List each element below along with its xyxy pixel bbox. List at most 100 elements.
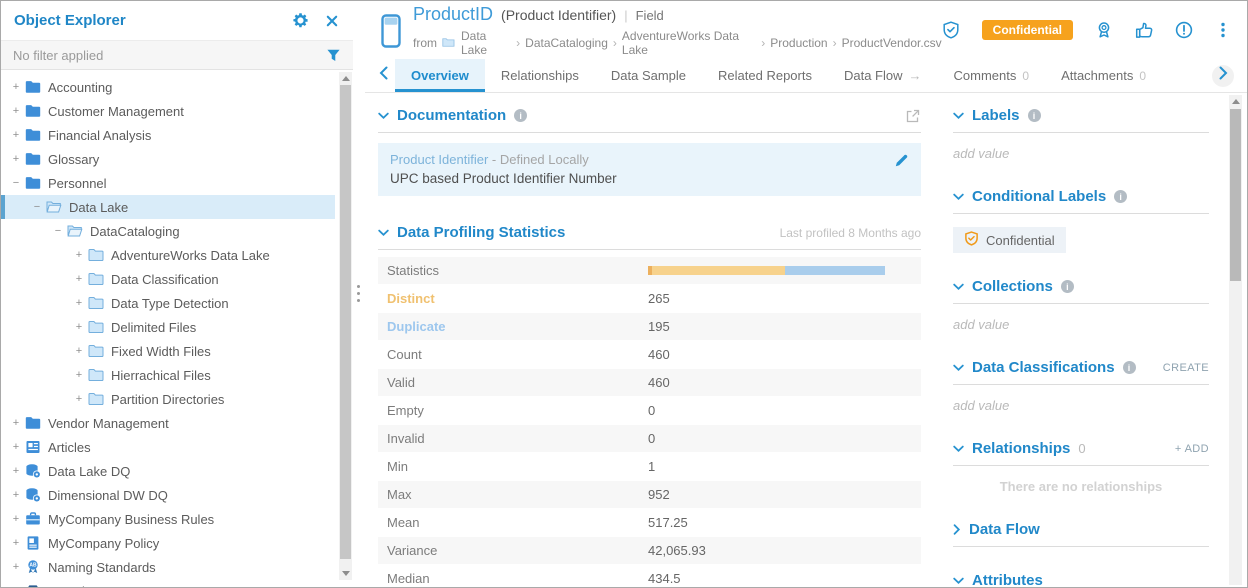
tree-item-customer-management[interactable]: +Customer Management — [1, 99, 335, 123]
add-value-placeholder[interactable]: add value — [953, 317, 1009, 332]
expand-icon[interactable]: + — [9, 585, 23, 587]
expand-icon[interactable]: + — [9, 153, 23, 165]
tree-item-data-classification[interactable]: +Data Classification — [1, 267, 335, 291]
scroll-up-arrow-icon[interactable] — [342, 76, 350, 81]
expand-icon[interactable]: + — [72, 369, 86, 381]
add-button[interactable]: + ADD — [1175, 443, 1209, 455]
breadcrumb-item[interactable]: ProductVendor.csv — [842, 36, 942, 50]
tree-item-partition-directories[interactable]: +Partition Directories — [1, 387, 335, 411]
documentation-term-link[interactable]: Product Identifier — [390, 152, 488, 167]
breadcrumb-item[interactable]: Data Lake — [461, 29, 511, 57]
tree-item-hierrachical-files[interactable]: +Hierrachical Files — [1, 363, 335, 387]
tabs-scroll-left[interactable] — [373, 59, 395, 92]
info-icon[interactable]: i — [1123, 361, 1136, 374]
tree-item-financial-analysis[interactable]: +Financial Analysis — [1, 123, 335, 147]
add-value-placeholder[interactable]: add value — [953, 146, 1009, 161]
collapse-icon[interactable]: − — [30, 201, 44, 213]
chevron-down-icon[interactable] — [953, 193, 964, 201]
expand-icon[interactable]: + — [72, 249, 86, 261]
stat-label: Invalid — [378, 431, 648, 446]
filter-funnel-icon[interactable] — [326, 48, 341, 63]
tree-item-dimensional-dw-dq[interactable]: +Dimensional DW DQ — [1, 483, 335, 507]
settings-gear-icon[interactable] — [292, 12, 309, 29]
tab-data-flow[interactable]: Data Flow→ — [828, 59, 938, 92]
panel-splitter[interactable] — [353, 1, 365, 587]
expand-icon[interactable]: + — [9, 417, 23, 429]
endorse-award-icon[interactable] — [1095, 21, 1113, 39]
expand-icon[interactable]: + — [9, 489, 23, 501]
expand-icon[interactable]: + — [9, 537, 23, 549]
tab-attachments[interactable]: Attachments0 — [1045, 59, 1162, 92]
tree-item-mycompany-business-rules[interactable]: +MyCompany Business Rules — [1, 507, 335, 531]
expand-icon[interactable]: + — [9, 129, 23, 141]
tab-overview[interactable]: Overview — [395, 59, 485, 92]
expand-icon[interactable]: + — [72, 345, 86, 357]
tree-item-data-type-detection[interactable]: +Data Type Detection — [1, 291, 335, 315]
external-link-icon[interactable] — [905, 108, 921, 124]
tree-item-vendor-management[interactable]: +Vendor Management — [1, 411, 335, 435]
stat-value: 517.25 — [648, 515, 688, 530]
tab-related-reports[interactable]: Related Reports — [702, 59, 828, 92]
tree-item-accounting[interactable]: +Accounting — [1, 75, 335, 99]
section-title: Data Classifications — [972, 359, 1115, 376]
tree-item-mycompany-policy[interactable]: +MyCompany Policy — [1, 531, 335, 555]
chevron-down-icon[interactable] — [953, 283, 964, 291]
tab-relationships[interactable]: Relationships — [485, 59, 595, 92]
tree-item-articles[interactable]: +Articles — [1, 435, 335, 459]
tab-data-sample[interactable]: Data Sample — [595, 59, 702, 92]
content-scrollbar[interactable] — [1229, 95, 1242, 585]
splitter-handle-icon[interactable] — [357, 285, 360, 302]
tab-comments[interactable]: Comments0 — [938, 59, 1046, 92]
edit-pencil-icon[interactable] — [894, 152, 910, 168]
collapse-icon[interactable]: − — [9, 177, 23, 189]
tabs-scroll-right[interactable] — [1207, 59, 1239, 92]
scroll-down-arrow-icon[interactable] — [342, 571, 350, 576]
collapse-icon[interactable]: − — [51, 225, 65, 237]
add-value-placeholder[interactable]: add value — [953, 398, 1009, 413]
chevron-down-icon[interactable] — [953, 112, 964, 120]
chevron-down-icon[interactable] — [953, 577, 964, 585]
sidebar-scrollbar[interactable] — [339, 72, 352, 580]
expand-icon[interactable]: + — [9, 561, 23, 573]
info-icon[interactable]: i — [1028, 109, 1041, 122]
tree-item-delimited-files[interactable]: +Delimited Files — [1, 315, 335, 339]
tree-item-samples[interactable]: +Samples — [1, 579, 335, 587]
tree-item-data-lake[interactable]: −Data Lake — [1, 195, 335, 219]
info-icon[interactable]: i — [514, 109, 527, 122]
close-icon[interactable] — [325, 14, 339, 28]
expand-icon[interactable]: + — [72, 393, 86, 405]
tree-item-personnel[interactable]: −Personnel — [1, 171, 335, 195]
expand-icon[interactable]: + — [9, 441, 23, 453]
tree-item-adventureworks-data-lake[interactable]: +AdventureWorks Data Lake — [1, 243, 335, 267]
chevron-down-icon[interactable] — [378, 112, 389, 120]
expand-icon[interactable]: + — [9, 465, 23, 477]
expand-icon[interactable]: + — [9, 513, 23, 525]
tree-item-glossary[interactable]: +Glossary — [1, 147, 335, 171]
kebab-menu-icon[interactable] — [1215, 22, 1231, 38]
content-scrollbar-thumb[interactable] — [1230, 109, 1241, 281]
tree-item-datacataloging[interactable]: −DataCataloging — [1, 219, 335, 243]
expand-icon[interactable]: + — [72, 321, 86, 333]
tree-item-naming-standards[interactable]: +ABNaming Standards — [1, 555, 335, 579]
tree-item-data-lake-dq[interactable]: +Data Lake DQ — [1, 459, 335, 483]
chevron-right-icon[interactable] — [953, 524, 961, 535]
info-icon[interactable]: i — [1114, 190, 1127, 203]
breadcrumb-item[interactable]: DataCataloging — [525, 36, 608, 50]
chevron-down-icon[interactable] — [953, 364, 964, 372]
sidebar-scrollbar-thumb[interactable] — [340, 85, 351, 559]
report-issue-icon[interactable] — [1175, 21, 1193, 39]
expand-icon[interactable]: + — [72, 297, 86, 309]
expand-icon[interactable]: + — [9, 81, 23, 93]
chevron-down-icon[interactable] — [953, 445, 964, 453]
expand-icon[interactable]: + — [9, 105, 23, 117]
create-button[interactable]: CREATE — [1163, 362, 1209, 374]
tree-item-fixed-width-files[interactable]: +Fixed Width Files — [1, 339, 335, 363]
breadcrumb-item[interactable]: AdventureWorks Data Lake — [622, 29, 756, 57]
info-icon[interactable]: i — [1061, 280, 1074, 293]
expand-icon[interactable]: + — [72, 273, 86, 285]
breadcrumb-item[interactable]: Production — [770, 36, 827, 50]
scroll-up-arrow-icon[interactable] — [1232, 99, 1240, 104]
chevron-down-icon[interactable] — [378, 229, 389, 237]
conditional-label-chip[interactable]: Confidential — [953, 227, 1066, 253]
thumbs-up-icon[interactable] — [1135, 21, 1153, 39]
